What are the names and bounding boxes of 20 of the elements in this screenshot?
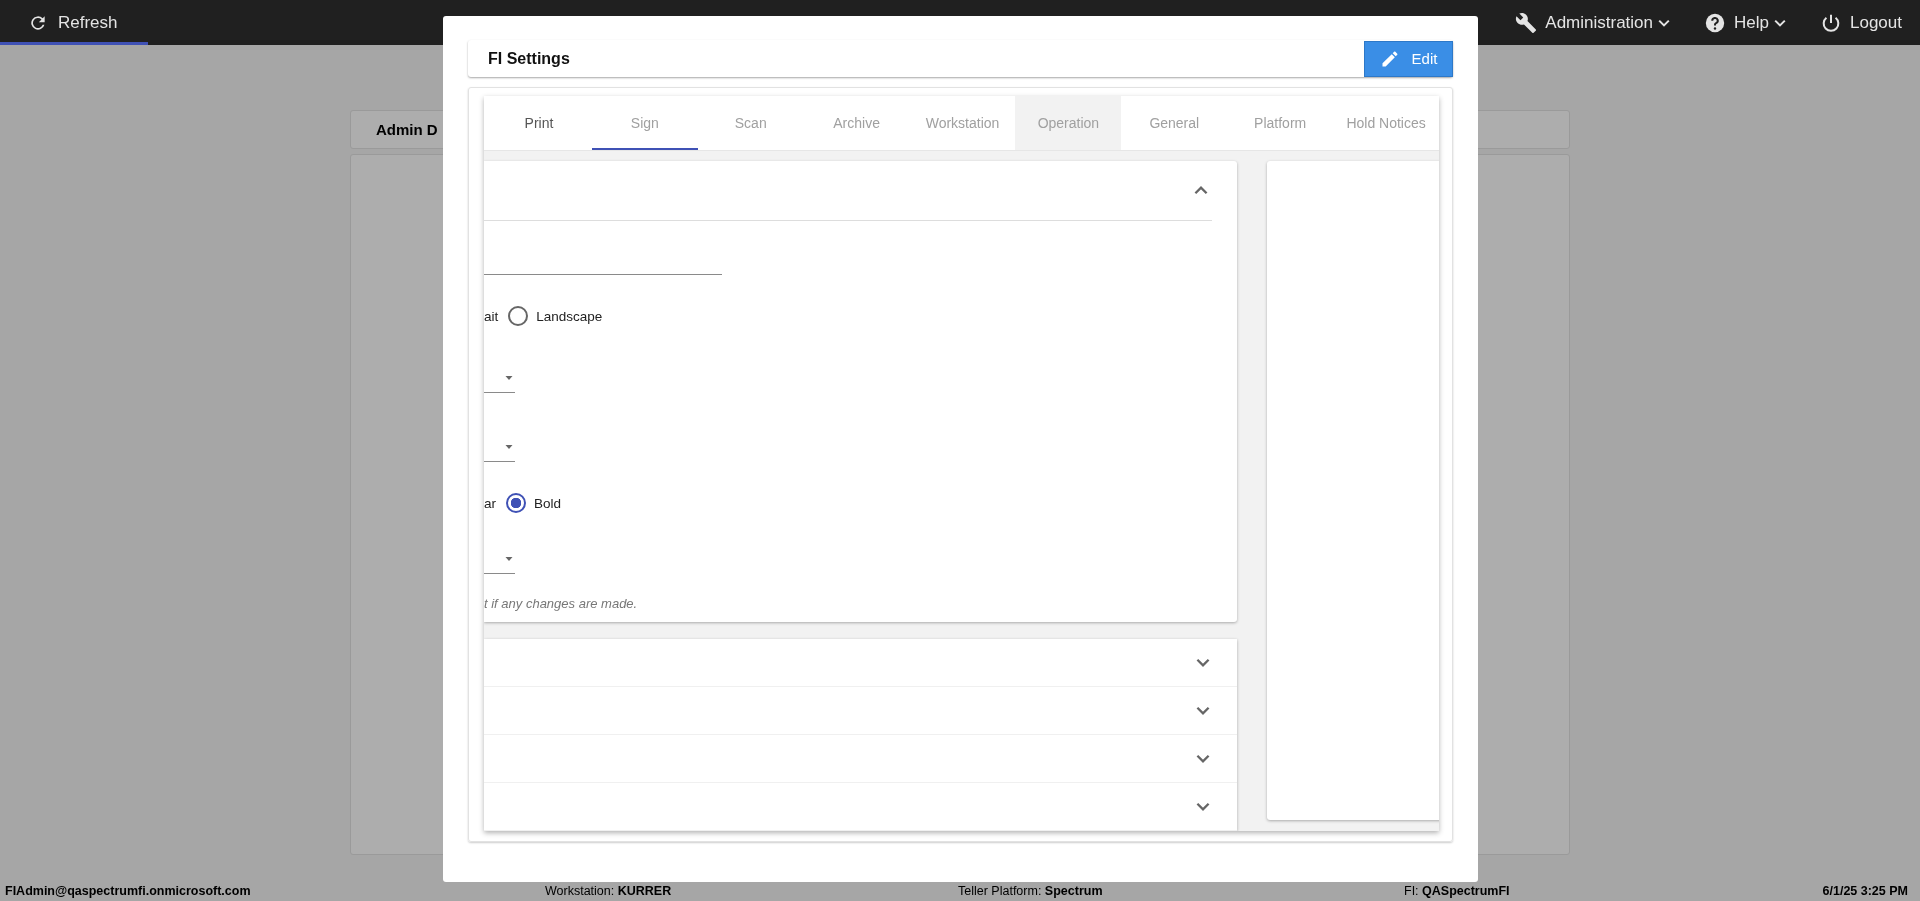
status-text: FI: QASpectrumFI <box>1404 884 1511 898</box>
status-text: Workstation: KURRER <box>545 884 673 898</box>
radio-option[interactable]: Landscape <box>508 306 603 326</box>
help-icon <box>1704 11 1727 34</box>
option-label: ar <box>484 495 496 511</box>
status-text: FIAdmin@qaspectrumfi.onmicrosoft.com <box>5 884 252 898</box>
radio-option[interactable]: Bold <box>506 493 562 513</box>
tab[interactable]: Print <box>486 96 592 150</box>
card-title: Admin D <box>376 121 438 138</box>
wrench-icon <box>1515 11 1538 34</box>
option-label: ait <box>484 308 499 324</box>
menu-button[interactable]: Logout <box>1820 11 1902 34</box>
edit-button[interactable]: Edit <box>1364 40 1453 77</box>
status-text: 6/1/25 3:25 PM <box>1822 884 1908 898</box>
hint-text: t if any changes are made. <box>484 595 638 613</box>
menu-button[interactable]: Administration <box>1515 11 1671 34</box>
status-text: Teller Platform: Spectrum <box>958 884 1104 898</box>
refresh-button[interactable]: Refresh <box>0 0 148 45</box>
dialog-title: FI Settings <box>487 49 570 68</box>
menu-button[interactable]: Help <box>1704 11 1786 34</box>
